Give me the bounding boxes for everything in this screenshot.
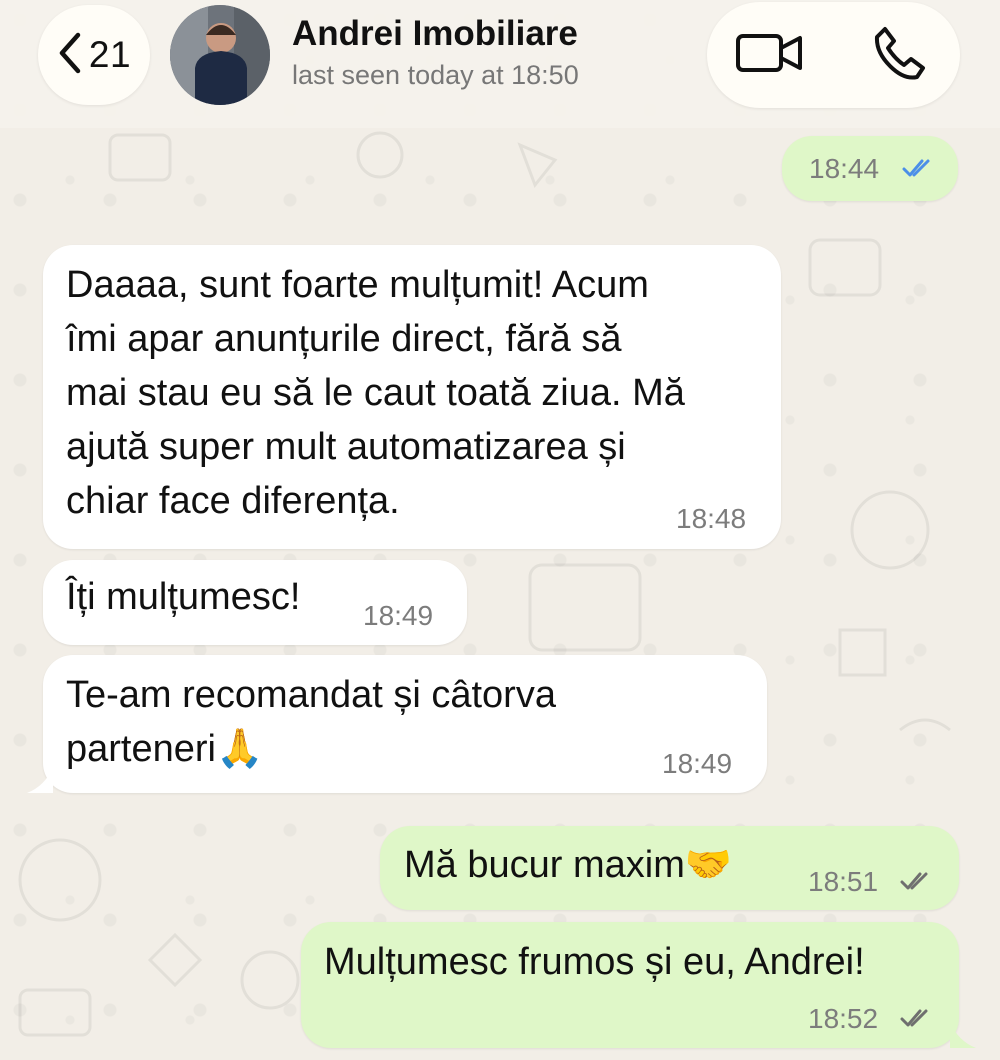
phone-icon — [870, 24, 928, 87]
message-time: 18:48 — [676, 503, 747, 534]
video-call-button[interactable] — [735, 28, 805, 82]
last-seen-status: last seen today at 18:50 — [292, 60, 579, 90]
message-bubble-incoming[interactable]: Daaaa, sunt foarte mulțumit! Acum îmi ap… — [43, 245, 781, 549]
message-text: Mă bucur maxim🤝 — [404, 844, 733, 886]
double-check-icon — [902, 159, 930, 177]
message-bubble-outgoing[interactable]: Mulțumesc frumos și eu, Andrei! 18:52 — [301, 922, 959, 1048]
message-text: Mulțumesc frumos și eu, Andrei! — [324, 941, 865, 983]
avatar[interactable] — [170, 5, 270, 105]
message-time: 18:52 — [808, 1003, 879, 1034]
message-time: 18:49 — [662, 748, 733, 779]
contact-name[interactable]: Andrei Imobiliare — [292, 14, 578, 54]
message-text: Te-am recomandat și câtorva parteneri🙏 — [66, 674, 556, 770]
message-time: 18:44 — [809, 153, 880, 184]
video-camera-icon — [735, 31, 805, 80]
bubble-tail — [950, 1022, 976, 1048]
double-check-icon — [900, 1009, 928, 1027]
message-bubble-incoming[interactable]: Te-am recomandat și câtorva parteneri🙏 1… — [43, 655, 767, 793]
message-text: Îți mulțumesc! — [66, 576, 301, 618]
message-bubble-outgoing[interactable]: Mă bucur maxim🤝 18:51 — [380, 826, 959, 910]
message-time: 18:49 — [363, 600, 434, 631]
message-text: Daaaa, sunt foarte mulțumit! Acum îmi ap… — [66, 264, 685, 522]
chat-header: 21 Andrei Imobiliare last seen today at … — [0, 0, 1000, 128]
message-bubble-outgoing[interactable]: 18:44 — [782, 136, 958, 201]
unread-count: 21 — [88, 34, 132, 75]
bubble-tail — [27, 767, 53, 793]
voice-call-button[interactable] — [867, 26, 931, 84]
message-bubble-incoming[interactable]: Îți mulțumesc! 18:49 — [43, 560, 467, 645]
back-button[interactable]: 21 — [38, 5, 150, 105]
double-check-icon — [900, 872, 928, 890]
chevron-left-icon — [57, 31, 83, 80]
call-actions — [707, 2, 960, 108]
message-time: 18:51 — [808, 866, 879, 897]
